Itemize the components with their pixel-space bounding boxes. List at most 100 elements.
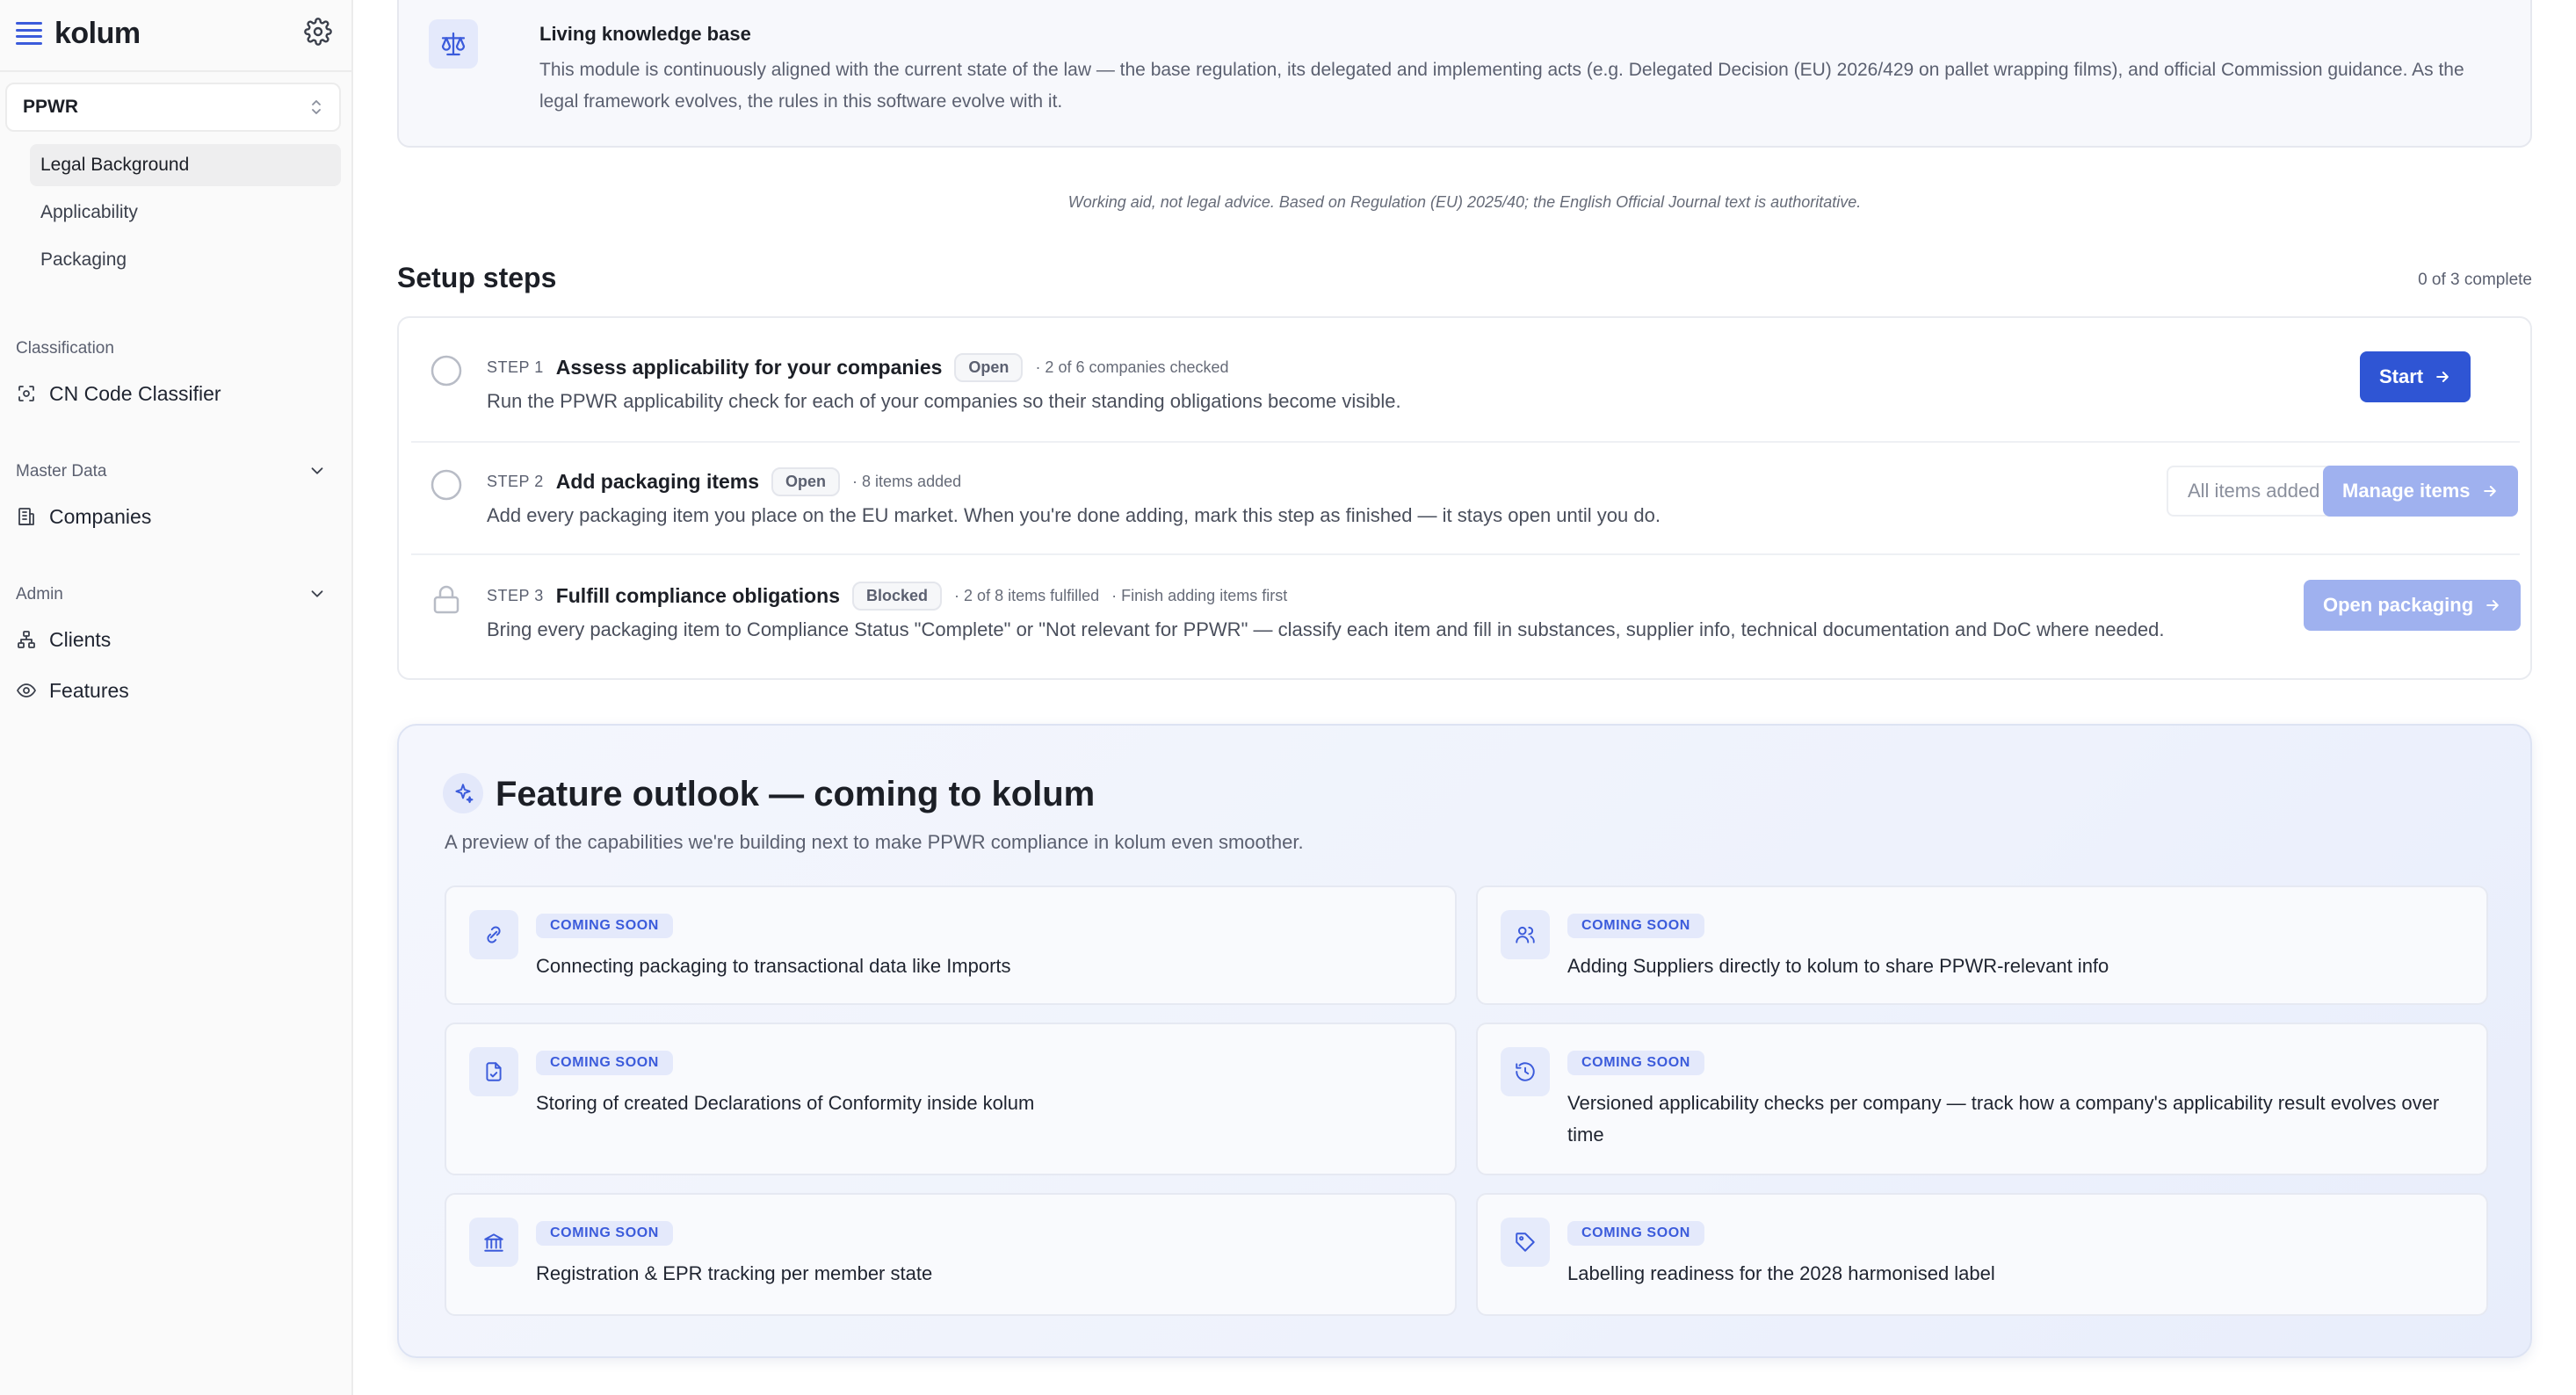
- manage-items-button[interactable]: Manage items: [2323, 466, 2518, 517]
- module-select-label: PPWR: [23, 97, 78, 117]
- eye-icon: [17, 683, 36, 698]
- status-badge: Open: [771, 467, 841, 496]
- subnav-item-applicability[interactable]: Applicability: [30, 192, 341, 234]
- chevron-down-icon[interactable]: [308, 461, 327, 481]
- setup-steps-title: Setup steps: [397, 262, 557, 293]
- feature-text: Registration & EPR tracking per member s…: [536, 1262, 933, 1284]
- chevron-down-icon[interactable]: [308, 584, 327, 604]
- coming-soon-badge: COMING SOON: [1567, 1221, 1704, 1246]
- sidebar-item-features[interactable]: Features: [16, 673, 129, 708]
- sidebar-item-label: Clients: [49, 627, 112, 651]
- coming-soon-badge: COMING SOON: [1567, 914, 1704, 938]
- circle-icon: [431, 355, 462, 387]
- arrow-right-icon: [2486, 600, 2499, 611]
- building-icon: [18, 508, 34, 525]
- step-description: Bring every packaging item to Compliance…: [487, 618, 2165, 640]
- arrow-right-icon: [2483, 486, 2496, 496]
- legal-disclaimer: Working aid, not legal advice. Based on …: [1067, 193, 1862, 211]
- section-label-classification: Classification: [16, 339, 114, 358]
- setup-steps-card: STEP 1 Assess applicability for your com…: [397, 316, 2532, 680]
- setup-step-2: STEP 2 Add packaging items Open · 8 item…: [411, 432, 2520, 545]
- section-label-admin: Admin: [16, 585, 63, 604]
- subnav-item-packaging[interactable]: Packaging: [30, 239, 341, 281]
- button-label: Start: [2379, 365, 2424, 387]
- feature-text: Connecting packaging to transactional da…: [536, 955, 1011, 977]
- step-description: Run the PPWR applicability check for eac…: [487, 390, 1401, 412]
- sidebar-item-companies[interactable]: Companies: [16, 499, 151, 534]
- sidebar: kolum PPWR Legal Background Applicabilit…: [0, 0, 353, 1395]
- step-meta: · 2 of 8 items fulfilled: [954, 587, 1100, 604]
- step-number: STEP 1: [487, 358, 544, 376]
- module-subnav: Legal Background Applicability Packaging: [30, 144, 341, 286]
- feature-card: COMING SOON Adding Suppliers directly to…: [1476, 885, 2488, 1005]
- gear-icon: [304, 18, 332, 46]
- step-description: Add every packaging item you place on th…: [487, 504, 1661, 526]
- feature-card: COMING SOON Storing of created Declarati…: [445, 1023, 1457, 1175]
- knowledge-base-title: Living knowledge base: [539, 23, 751, 45]
- feature-text: Versioned applicability checks per compa…: [1567, 1092, 2440, 1146]
- logo-icon: [16, 22, 42, 45]
- network-icon: [18, 631, 35, 648]
- feature-text: Storing of created Declarations of Confo…: [536, 1092, 1035, 1114]
- step-blocked-reason: · Finish adding items first: [1111, 587, 1288, 604]
- feature-card: COMING SOON Versioned applicability chec…: [1476, 1023, 2488, 1175]
- feature-text: Adding Suppliers directly to kolum to sh…: [1567, 955, 2109, 977]
- coming-soon-badge: COMING SOON: [536, 1051, 673, 1075]
- knowledge-base-text: This module is continuously aligned with…: [539, 60, 2464, 112]
- sidebar-item-cn-code-classifier[interactable]: CN Code Classifier: [16, 376, 221, 411]
- document-icon: [469, 1047, 518, 1096]
- history-icon: [1501, 1047, 1550, 1096]
- start-button[interactable]: Start: [2360, 351, 2471, 402]
- status-badge: Blocked: [852, 582, 943, 611]
- coming-soon-badge: COMING SOON: [536, 1221, 673, 1246]
- sidebar-divider: [0, 70, 351, 72]
- feature-card: COMING SOON Connecting packaging to tran…: [445, 885, 1457, 1005]
- open-packaging-button[interactable]: Open packaging: [2304, 580, 2522, 631]
- subnav-item-legal-background[interactable]: Legal Background: [30, 144, 341, 186]
- status-badge: Open: [954, 353, 1024, 382]
- link-icon: [469, 910, 518, 959]
- coming-soon-badge: COMING SOON: [536, 914, 673, 938]
- users-icon: [1501, 910, 1550, 959]
- step-title: Assess applicability for your companies: [555, 356, 943, 379]
- tag-icon: [1501, 1218, 1550, 1267]
- coming-soon-badge: COMING SOON: [1567, 1051, 1704, 1075]
- feature-card: COMING SOON Registration & EPR tracking …: [445, 1193, 1457, 1316]
- setup-step-3: STEP 3 Fulfill compliance obligations Bl…: [411, 546, 2522, 659]
- step-title: Add packaging items: [555, 470, 760, 493]
- feature-card: COMING SOON Labelling readiness for the …: [1476, 1193, 2488, 1316]
- arrow-right-icon: [2436, 372, 2449, 382]
- sidebar-item-clients[interactable]: Clients: [16, 622, 111, 657]
- button-label: Open packaging: [2323, 594, 2474, 616]
- step-number: STEP 2: [487, 473, 544, 490]
- feature-outlook-subtitle: A preview of the capabilities we're buil…: [445, 831, 1304, 853]
- button-label: All items added: [2188, 480, 2320, 502]
- step-meta: · 8 items added: [852, 473, 962, 490]
- chevron-updown-icon: [312, 100, 321, 114]
- sidebar-item-label: Companies: [49, 504, 152, 528]
- knowledge-base-card: Living knowledge base This module is con…: [397, 0, 2532, 148]
- lock-icon: [433, 585, 459, 614]
- setup-progress: 0 of 3 complete: [2418, 271, 2532, 289]
- feature-outlook-title: Feature outlook — coming to kolum: [496, 775, 1096, 813]
- button-label: Manage items: [2342, 480, 2471, 502]
- settings-button[interactable]: [304, 18, 332, 46]
- all-items-added-button[interactable]: All items added: [2167, 466, 2341, 517]
- feature-outlook-panel: Feature outlook — coming to kolum A prev…: [397, 724, 2532, 1358]
- step-number: STEP 3: [487, 587, 544, 604]
- bank-icon: [469, 1218, 518, 1267]
- step-meta: · 2 of 6 companies checked: [1035, 358, 1229, 376]
- brand-name: kolum: [54, 16, 141, 50]
- circle-icon: [431, 469, 462, 501]
- step-title: Fulfill compliance obligations: [555, 584, 841, 607]
- brand[interactable]: kolum: [16, 16, 141, 51]
- scan-icon: [18, 386, 34, 401]
- scale-icon: [429, 19, 478, 69]
- feature-text: Labelling readiness for the 2028 harmoni…: [1567, 1262, 1995, 1284]
- module-select[interactable]: PPWR: [5, 83, 341, 132]
- setup-step-1: STEP 1 Assess applicability for your com…: [411, 318, 2520, 430]
- sparkle-icon: [443, 773, 483, 813]
- section-label-master-data: Master Data: [16, 462, 107, 481]
- main-content: Living knowledge base This module is con…: [353, 0, 2576, 1395]
- sidebar-item-label: CN Code Classifier: [49, 381, 221, 405]
